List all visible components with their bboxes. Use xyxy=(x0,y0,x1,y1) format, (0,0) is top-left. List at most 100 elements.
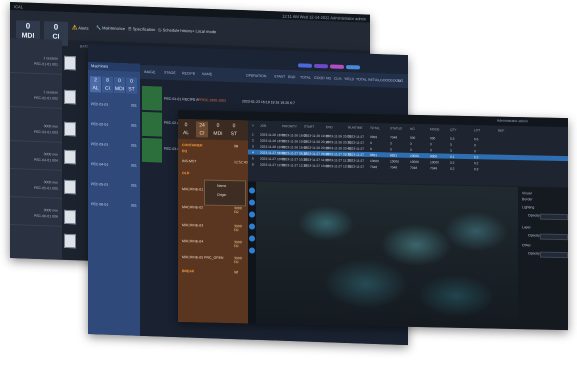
machine-thumbnail[interactable] xyxy=(64,179,76,195)
sidebar-item[interactable]: 1 session PEC-01-01 001 xyxy=(10,48,62,75)
sidebar-item-status: 3000 min xyxy=(43,152,58,157)
filter-row[interactable]: MACHINE-05 PRC_OPEN 3000 FR xyxy=(182,255,242,264)
tool-icon[interactable] xyxy=(249,211,255,218)
panel-item[interactable]: PEC-04-01 001 xyxy=(91,162,137,168)
sidebar-item[interactable]: 3000 min PEC-03-01 003 xyxy=(10,116,62,143)
camera-image-view[interactable] xyxy=(256,181,518,330)
column-header[interactable]: PRIORITY xyxy=(282,124,297,128)
recipe-thumbnail[interactable] xyxy=(142,85,162,111)
table-cell: 2 xyxy=(252,138,254,143)
panel-item[interactable]: PEC-03-01 001 xyxy=(91,142,137,148)
filter-row-value: 12 xyxy=(234,270,238,275)
column-header[interactable]: MODE xyxy=(430,127,440,131)
sidebar-item[interactable]: 3000 min PEC-05-01 005 xyxy=(10,172,62,199)
column-header[interactable]: QTY xyxy=(450,128,457,132)
mdi-tile[interactable]: 0 MDI xyxy=(114,76,125,94)
table-cell: 0.2 xyxy=(474,161,479,166)
filter-row[interactable]: OLD xyxy=(182,171,189,175)
table-cell: 3 xyxy=(390,147,392,152)
tile-label: ST xyxy=(230,131,238,138)
alerts-button[interactable]: ⚠ Alerts xyxy=(72,24,89,32)
filter-panel: 0 AL 24 CI 0 MDI 0 ST CONTAINER 16 EQ INS-MST… xyxy=(178,119,248,324)
machine-thumbnail[interactable] xyxy=(64,55,76,71)
sidebar-item[interactable]: 3000 min PEC-06-01 006 xyxy=(10,200,62,227)
specification-button[interactable]: ☰ Specification xyxy=(128,26,155,32)
table-cell: 0.2 xyxy=(450,160,455,165)
column-header[interactable]: LOT xyxy=(474,128,480,132)
sidebar-item[interactable]: 3000 min PEC-04-01 004 xyxy=(10,144,62,171)
panel-item[interactable]: PEC-05-01 001 xyxy=(91,182,137,188)
status-pill xyxy=(314,63,328,69)
ci-tile[interactable]: 24 CI xyxy=(196,121,208,138)
tool-icon[interactable] xyxy=(249,235,255,242)
tool-icon[interactable] xyxy=(249,223,255,230)
column-header[interactable]: # xyxy=(252,124,254,128)
sidebar-item-status: 1 session xyxy=(43,56,58,61)
sidebar-item[interactable]: 1 session PEC-02-01 002 xyxy=(10,82,62,109)
table-cell: 0.2 xyxy=(474,155,479,160)
column-header[interactable]: STATUS xyxy=(390,126,402,130)
recipe-thumbnail[interactable] xyxy=(142,137,162,163)
filter-row-label: OLD xyxy=(182,171,190,176)
column-header[interactable]: START xyxy=(304,125,314,129)
panel-item[interactable]: PEC-02-01 001 xyxy=(91,122,137,128)
table-cell: 10000 xyxy=(430,160,439,165)
st-tile[interactable]: 0 ST xyxy=(228,122,240,138)
column-header[interactable]: JOB xyxy=(260,124,266,128)
machine-thumbnail[interactable] xyxy=(64,89,76,105)
ci-tile[interactable]: 8 CI xyxy=(102,76,113,93)
filter-row[interactable]: BREAK 12 xyxy=(182,269,238,274)
filter-row[interactable]: MACHINE-013000 FR xyxy=(182,187,242,196)
panel-item[interactable]: PEC-01-01 001 xyxy=(91,102,137,108)
column-header[interactable]: RUNTIME xyxy=(348,126,363,130)
table-cell: 2023-11-27 xyxy=(348,158,365,163)
table-cell: 0.1 xyxy=(450,154,455,159)
panel-item[interactable]: PEC-06-01 001 xyxy=(91,202,137,208)
recipe-thumbnail[interactable] xyxy=(142,111,162,137)
column-header[interactable]: NG xyxy=(410,127,415,131)
machine-thumbnail[interactable] xyxy=(64,233,76,249)
mdi-tile[interactable]: 0 MDI xyxy=(212,122,224,138)
schedule-history-button[interactable]: ◷ Schedule history xyxy=(158,27,192,33)
maintenance-button[interactable]: 🔧 Maintenance xyxy=(96,25,125,31)
wrench-icon: 🔧 xyxy=(96,25,101,31)
tile-count: 0 xyxy=(184,122,188,129)
tile-count: 0 xyxy=(216,122,220,129)
opacity-slider[interactable] xyxy=(540,251,568,259)
filter-row[interactable]: INS-MST 12:52:40 xyxy=(182,159,248,164)
tool-icon[interactable] xyxy=(249,187,255,194)
st-tile[interactable]: 0 ST xyxy=(126,77,137,94)
filter-row-label: MACHINE-04 xyxy=(182,239,204,244)
status-pill xyxy=(298,63,312,68)
table-cell: 500 xyxy=(430,136,436,141)
clock-icon: ◷ xyxy=(158,27,162,33)
filter-row[interactable]: CONTAINER 16 xyxy=(182,143,238,148)
panel-item-label: PEC-01-01 xyxy=(91,102,109,107)
column-header[interactable]: TOTAL xyxy=(370,126,380,130)
machine-thumbnail[interactable] xyxy=(64,121,76,137)
filter-row[interactable]: MACHINE-02 3000 FR xyxy=(182,205,242,214)
al-tile[interactable]: 2 AL xyxy=(90,76,101,93)
tile-label: ST xyxy=(128,86,135,93)
machine-thumbnail[interactable] xyxy=(64,209,76,225)
filter-row[interactable]: MACHINE-04 3000 FR xyxy=(182,239,242,248)
machine-thumbnail[interactable] xyxy=(64,149,76,165)
table-cell: 3 xyxy=(430,148,432,153)
opacity-slider[interactable] xyxy=(540,233,568,241)
tool-icon[interactable] xyxy=(249,199,255,206)
tool-label: Schedule history xyxy=(162,27,193,34)
column-header[interactable]: REF xyxy=(498,129,504,133)
column-header[interactable]: END xyxy=(326,125,333,129)
table-cell: 8831 xyxy=(390,153,398,158)
tool-label: Specification xyxy=(132,26,156,33)
table-cell: 3 xyxy=(474,143,476,148)
table-cell: 10000 xyxy=(390,159,399,164)
local-mode-button[interactable]: + Local mode xyxy=(192,28,216,34)
filter-row[interactable]: EQ xyxy=(182,149,187,153)
tile-count: 24 xyxy=(199,122,205,129)
popup-item[interactable]: Origin xyxy=(205,188,245,198)
filter-row[interactable]: MACHINE-03 3000 FR xyxy=(182,223,242,232)
tool-icon[interactable] xyxy=(249,247,255,254)
opacity-slider[interactable] xyxy=(540,213,568,221)
al-tile[interactable]: 0 AL xyxy=(180,121,192,137)
